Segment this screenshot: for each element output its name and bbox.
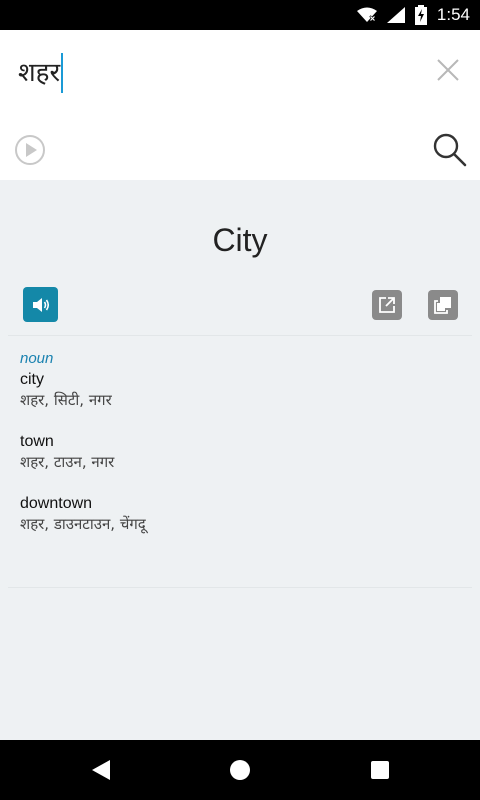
back-button[interactable] [90, 759, 112, 781]
wifi-icon [356, 7, 377, 23]
entry-translations: शहर, डाउनटाउन, चेंगदू [20, 515, 146, 533]
entry-word: city [20, 371, 44, 388]
entry-translations: शहर, टाउन, नगर [20, 453, 115, 471]
speak-button[interactable] [23, 287, 58, 322]
play-circle-icon [15, 135, 45, 165]
list-item[interactable]: city शहर, सिटी, नगर [20, 370, 460, 411]
recents-button[interactable] [370, 760, 390, 780]
status-bar: 1:54 [0, 0, 480, 30]
entry-word: downtown [20, 495, 93, 512]
input-area: शहर [0, 30, 480, 180]
close-icon [437, 59, 459, 81]
entry-translations: शहर, सिटी, नगर [20, 391, 112, 409]
translation-list: city शहर, सिटी, नगर town शहर, टाउन, नगर … [20, 370, 460, 556]
copy-button[interactable] [428, 290, 458, 320]
signal-icon [386, 7, 405, 23]
list-item[interactable]: town शहर, टाउन, नगर [20, 432, 460, 473]
search-icon [433, 133, 467, 167]
search-button[interactable] [432, 132, 468, 168]
open-external-button[interactable] [372, 290, 402, 320]
copy-icon [434, 297, 451, 314]
divider [8, 335, 472, 336]
battery-charging-icon [414, 5, 427, 25]
status-time: 1:54 [436, 5, 470, 24]
open-external-icon [379, 297, 395, 313]
search-input[interactable]: शहर [18, 52, 64, 94]
speaker-icon [32, 297, 49, 312]
divider [8, 587, 472, 588]
play-button[interactable] [14, 134, 46, 166]
text-cursor [61, 53, 64, 93]
navigation-bar [0, 740, 480, 800]
part-of-speech-label: noun [20, 350, 54, 367]
recents-icon [371, 761, 389, 779]
list-item[interactable]: downtown शहर, डाउनटाउन, चेंगदू [20, 494, 460, 535]
result-title: City [212, 222, 268, 258]
home-icon [230, 760, 250, 780]
home-button[interactable] [229, 759, 251, 781]
search-input-value: शहर [18, 58, 61, 88]
clear-button[interactable] [434, 56, 462, 84]
entry-word: town [20, 433, 54, 450]
back-icon [92, 760, 110, 780]
result-panel: City noun city शहर, सिटी, नगर town शहर, … [0, 180, 480, 740]
